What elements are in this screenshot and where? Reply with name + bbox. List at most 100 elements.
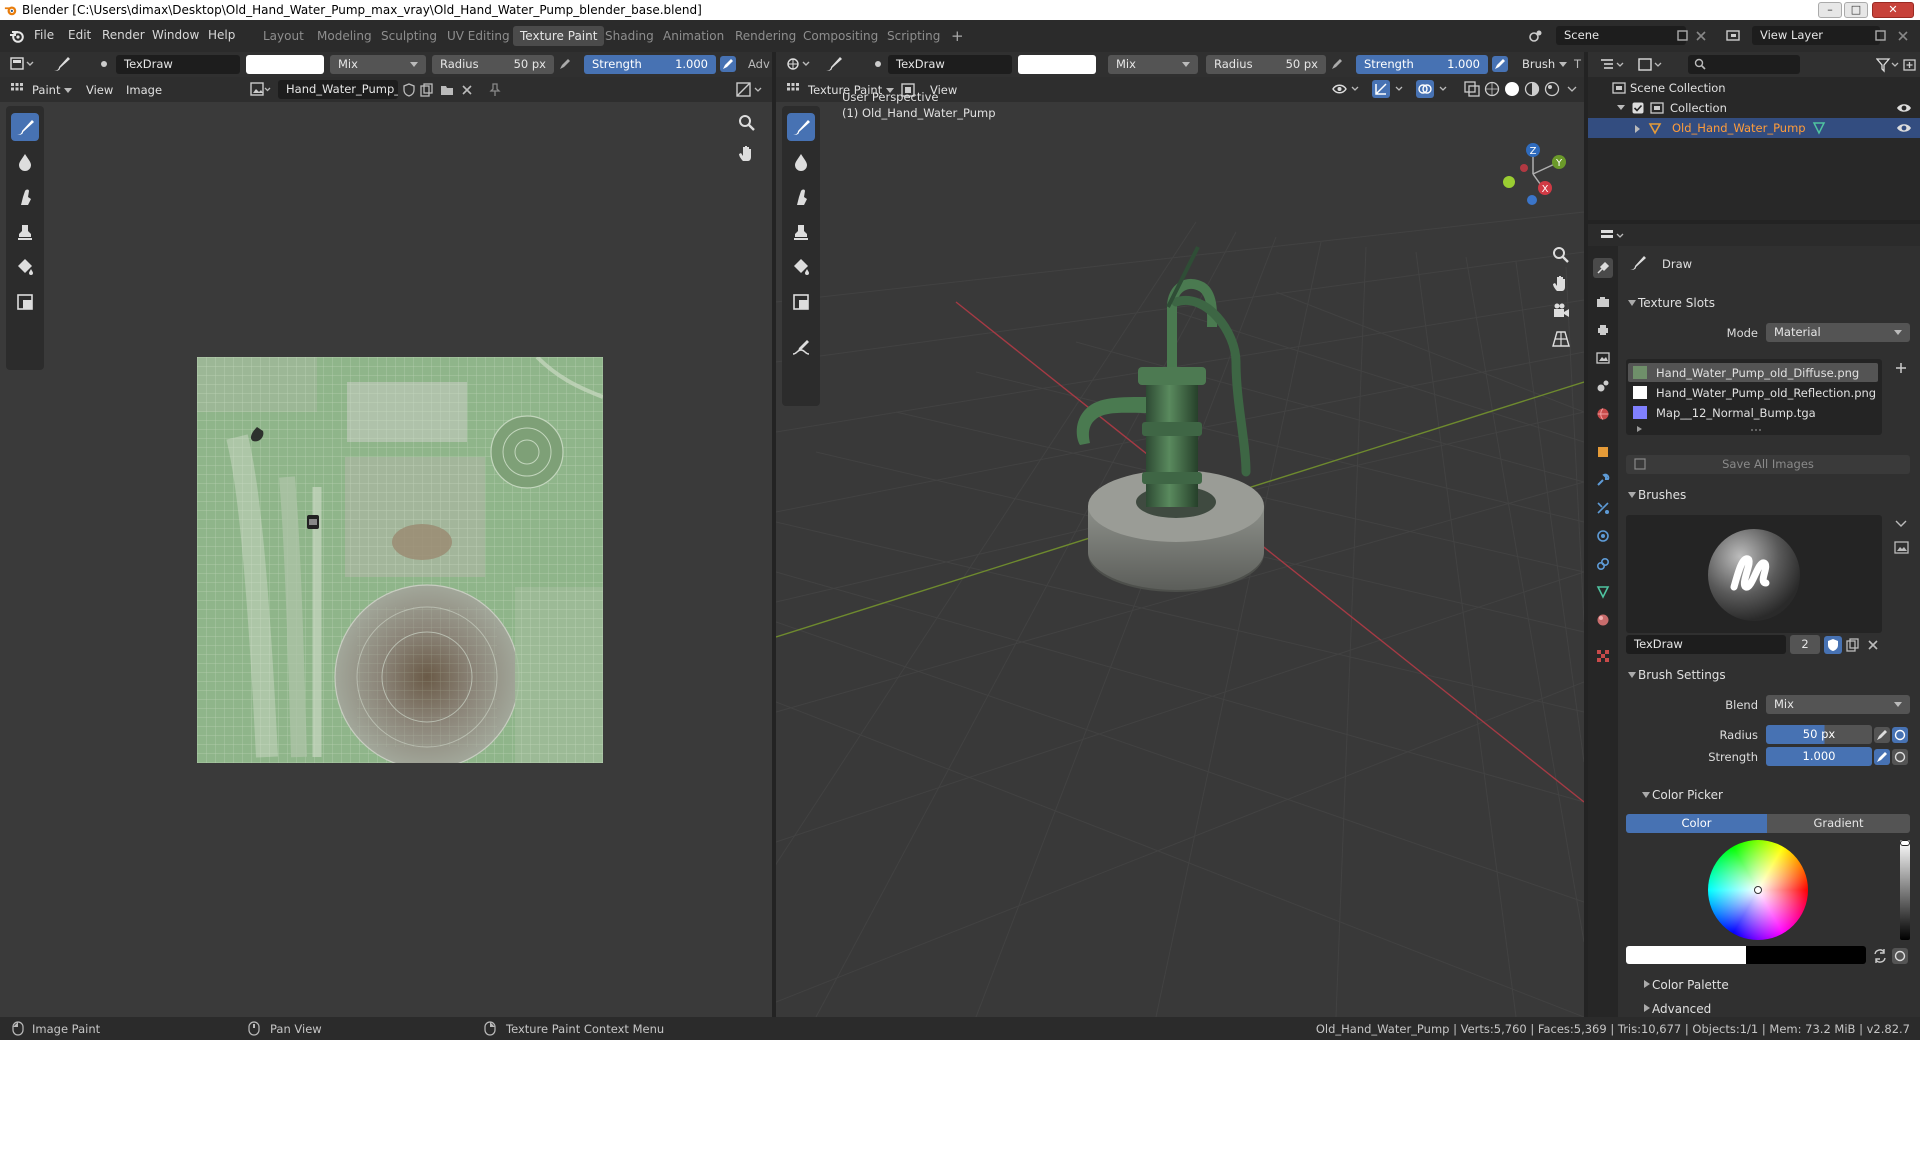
outliner-editor-type-icon[interactable] (1600, 57, 1626, 73)
brushes-panel-header[interactable]: Brushes (1622, 484, 1920, 506)
tab-material[interactable] (1593, 610, 1613, 630)
display-channels-icon[interactable] (736, 82, 764, 98)
viewport-canvas[interactable] (776, 102, 1584, 1017)
tab-object-data[interactable] (1593, 582, 1613, 602)
maximize-button[interactable]: □ (1844, 2, 1868, 18)
strength-pressure-icon[interactable] (1874, 749, 1890, 765)
new-collection-icon[interactable] (1902, 57, 1918, 73)
brush-color-swatch[interactable] (1018, 55, 1096, 74)
tab-sculpting[interactable]: Sculpting (374, 26, 444, 46)
menu-file[interactable]: File (34, 28, 54, 42)
gizmo-neg-z[interactable] (1527, 195, 1537, 205)
zoom-view-button[interactable] (734, 110, 760, 136)
clone-tool-button[interactable] (787, 218, 815, 246)
texture-slot-row[interactable]: Hand_Water_Pump_old_Reflection.png (1628, 383, 1878, 402)
scene-icon[interactable] (1528, 28, 1544, 44)
radius-slider[interactable]: Radius 50 px (432, 55, 554, 74)
duplicate-brush-icon[interactable] (1846, 638, 1860, 652)
swap-colors-icon[interactable] (1872, 948, 1888, 964)
paint-mode-dropdown[interactable]: Paint (32, 83, 73, 97)
list-expand-icon[interactable] (1636, 425, 1644, 433)
brush-name-field[interactable]: TexDraw (116, 55, 240, 74)
outliner-row-object[interactable]: Old_Hand_Water_Pump (1588, 118, 1920, 138)
mask-tool-button[interactable] (11, 288, 39, 316)
tab-texture-paint[interactable]: Texture Paint (513, 26, 605, 46)
tab-object[interactable] (1593, 442, 1613, 462)
tab-scripting[interactable]: Scripting (880, 26, 947, 46)
overlays-toggle-icon[interactable] (1416, 80, 1452, 98)
tab-render[interactable] (1593, 292, 1613, 312)
brush-menu[interactable]: Brush (1522, 57, 1568, 71)
shading-mode-icons[interactable] (1484, 81, 1564, 97)
brush-name-field[interactable]: TexDraw (1626, 635, 1786, 654)
color-wheel[interactable] (1708, 840, 1808, 940)
menu-edit[interactable]: Edit (68, 28, 91, 42)
add-slot-icon[interactable] (1894, 361, 1908, 375)
menu-help[interactable]: Help (208, 28, 235, 42)
editor-type-icon[interactable] (786, 56, 812, 72)
tab-uv-editing[interactable]: UV Editing (440, 26, 517, 46)
strength-slider[interactable]: Strength 1.000 (584, 55, 716, 74)
display-mode-icon[interactable] (1638, 57, 1664, 73)
menu-view[interactable]: View (86, 83, 113, 97)
delete-view-layer-icon[interactable] (1896, 29, 1910, 43)
brush-users-count[interactable]: 2 (1790, 635, 1820, 654)
strength-pressure-icon[interactable] (720, 56, 736, 72)
menu-render[interactable]: Render (102, 28, 145, 42)
color-wheel-cursor[interactable] (1754, 886, 1762, 894)
eye-icon[interactable] (1896, 122, 1912, 134)
outliner-row-collection[interactable]: Collection (1588, 98, 1920, 118)
strength-unified-icon[interactable] (1892, 749, 1908, 765)
soften-tool-button[interactable] (787, 148, 815, 176)
gizmo-neg-y[interactable] (1503, 176, 1515, 188)
tab-tool[interactable] (1593, 258, 1613, 278)
fill-tool-button[interactable] (787, 253, 815, 281)
fake-user-shield-icon[interactable] (402, 83, 416, 97)
tab-layout[interactable]: Layout (256, 26, 311, 46)
value-slider[interactable] (1900, 840, 1910, 940)
brush-tool-icon[interactable] (824, 55, 844, 73)
texture-slot-row[interactable]: Hand_Water_Pump_old_Diffuse.png (1628, 363, 1878, 382)
blend-dropdown[interactable]: Mix (1108, 55, 1198, 74)
gizmo-neg-x[interactable] (1520, 164, 1528, 172)
gizmo-toggle-icon[interactable] (1372, 80, 1408, 98)
brush-tool-icon[interactable] (52, 55, 72, 73)
radius-unit-icon[interactable] (1892, 727, 1908, 743)
menu-window[interactable]: Window (152, 28, 199, 42)
tab-world[interactable] (1593, 404, 1613, 424)
zoom-view-button[interactable] (1548, 242, 1574, 268)
texture-slots-panel-header[interactable]: Texture Slots (1622, 292, 1920, 314)
list-resize-grip-icon[interactable] (1750, 427, 1764, 433)
perspective-toggle-button[interactable] (1548, 326, 1574, 352)
brush-name-field[interactable]: TexDraw (888, 55, 1012, 74)
view-layer-icon[interactable] (1726, 28, 1744, 44)
brush-strength-slider[interactable]: 1.000 (1766, 747, 1872, 766)
clone-tool-button[interactable] (11, 218, 39, 246)
fill-tool-button[interactable] (11, 253, 39, 281)
xray-toggle-icon[interactable] (1464, 81, 1480, 97)
outliner-row-scene-collection[interactable]: Scene Collection (1588, 78, 1920, 98)
trail-menu[interactable]: T (1574, 57, 1581, 71)
brush-settings-panel-header[interactable]: Brush Settings (1622, 664, 1920, 686)
pin-icon[interactable] (488, 83, 502, 97)
brush-color-swatch[interactable] (246, 55, 324, 74)
radius-pressure-icon[interactable] (1874, 727, 1890, 743)
tab-physics[interactable] (1593, 526, 1613, 546)
editor-type-icon[interactable] (10, 56, 36, 72)
scene-field[interactable]: Scene (1556, 26, 1686, 45)
draw-tool-button[interactable] (11, 113, 39, 141)
brush-preview-panel[interactable] (1626, 515, 1882, 633)
tab-modifiers[interactable] (1593, 470, 1613, 490)
color-palette-panel-header[interactable]: Color Palette (1636, 974, 1920, 996)
mesh-data-icon[interactable] (1812, 121, 1826, 135)
image-browse-icon[interactable] (250, 82, 272, 98)
value-slider-handle[interactable] (1900, 840, 1910, 846)
strength-pressure-icon[interactable] (1492, 56, 1508, 72)
filter-icon[interactable] (1876, 57, 1900, 73)
radius-pressure-icon[interactable] (558, 57, 572, 71)
unlink-brush-icon[interactable] (1866, 638, 1880, 652)
new-scene-icon[interactable] (1676, 29, 1690, 43)
tab-output[interactable] (1593, 320, 1613, 340)
radius-slider[interactable]: Radius 50 px (1206, 55, 1326, 74)
menu-image[interactable]: Image (126, 83, 162, 97)
